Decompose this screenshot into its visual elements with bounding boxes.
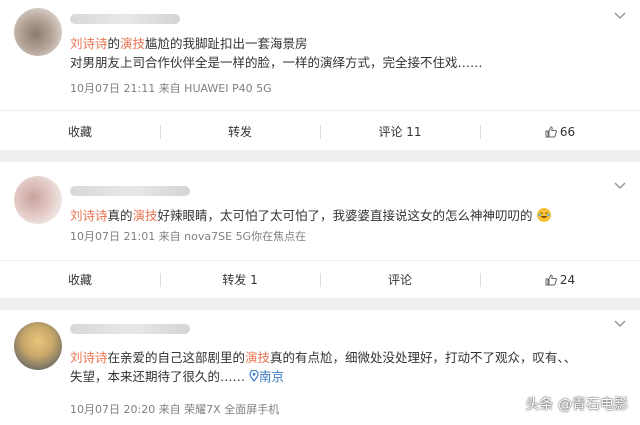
chevron-down-icon[interactable] <box>614 12 626 20</box>
repost-button[interactable]: 转发 <box>160 117 320 147</box>
thumbs-up-icon <box>545 126 557 138</box>
avatar[interactable] <box>14 176 62 224</box>
divider <box>0 260 640 261</box>
like-button[interactable]: 66 <box>480 117 640 147</box>
location-link[interactable]: 南京 <box>249 369 284 384</box>
comment-text: 刘诗诗在亲爱的自己这部剧里的演技真的有点尬，细微处没处理好，打动不了观众，叹有、… <box>70 348 610 386</box>
text-segment: 尴尬的我脚趾扣出一套海景房 <box>145 36 308 51</box>
comment-button[interactable]: 评论 11 <box>320 117 480 147</box>
laugh-cry-emoji-icon <box>536 208 551 222</box>
favorite-button[interactable]: 收藏 <box>0 117 160 147</box>
comment-button[interactable]: 评论 <box>320 265 480 295</box>
location-label: 南京 <box>259 369 285 384</box>
comment-text: 刘诗诗真的演技好辣眼睛，太可怕了太可怕了，我婆婆直接说这女的怎么神神叨叨的 <box>70 206 610 225</box>
repost-button[interactable]: 转发 1 <box>160 265 320 295</box>
favorite-button[interactable]: 收藏 <box>0 265 160 295</box>
like-count: 66 <box>559 125 576 139</box>
mention-link[interactable]: 刘诗诗 <box>70 350 108 365</box>
text-line: 对男朋友上司合作伙伴全是一样的脸，一样的演绎方式，完全接不住戏…… <box>70 55 483 70</box>
comment-text: 刘诗诗的演技尴尬的我脚趾扣出一套海景房 对男朋友上司合作伙伴全是一样的脸，一样的… <box>70 34 610 72</box>
text-segment: 在亲爱的自己这部剧里的 <box>107 350 246 365</box>
text-segment: 的 <box>107 36 121 51</box>
divider <box>0 110 640 111</box>
mention-link[interactable]: 刘诗诗 <box>70 36 108 51</box>
obscured-username[interactable] <box>70 14 180 24</box>
topic-link[interactable]: 演技 <box>133 208 158 223</box>
text-segment: 真的 <box>107 208 133 223</box>
text-line: 失望，本来还期待了很久的…… <box>70 369 246 384</box>
obscured-username[interactable] <box>70 186 190 196</box>
obscured-username[interactable] <box>70 324 190 334</box>
topic-link[interactable]: 演技 <box>120 36 145 51</box>
text-segment: 好辣眼睛，太可怕了太可怕了，我婆婆直接说这女的怎么神神叨叨的 <box>157 208 533 223</box>
mention-link[interactable]: 刘诗诗 <box>70 208 108 223</box>
thumbs-up-icon <box>545 274 557 286</box>
post-meta: 10月07日 21:01 来自 nova7SE 5G你在焦点在 <box>70 230 307 243</box>
like-count: 24 <box>559 273 576 287</box>
post-meta: 10月07日 20:20 来自 荣耀7X 全面屏手机 <box>70 403 280 416</box>
chevron-down-icon[interactable] <box>614 182 626 190</box>
topic-link[interactable]: 演技 <box>245 350 270 365</box>
avatar[interactable] <box>14 8 62 56</box>
text-segment: 真的有点尬，细微处没处理好，打动不了观众，叹有、、 <box>270 350 577 365</box>
chevron-down-icon[interactable] <box>614 320 626 328</box>
watermark: 头条 @青石电影 <box>525 397 628 413</box>
location-pin-icon <box>249 369 259 382</box>
like-button[interactable]: 24 <box>480 265 640 295</box>
avatar[interactable] <box>14 322 62 370</box>
post-meta: 10月07日 21:11 来自 HUAWEI P40 5G <box>70 82 272 95</box>
